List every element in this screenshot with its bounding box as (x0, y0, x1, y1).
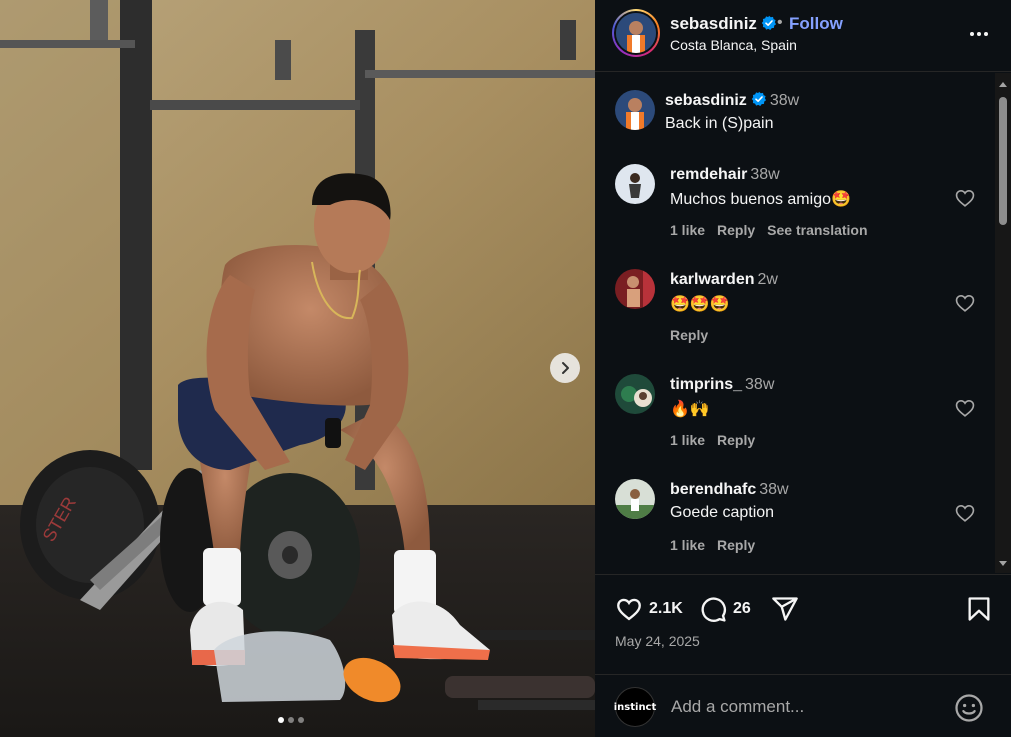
comment-text: 🤩🤩🤩 (670, 296, 730, 313)
avatar-photo (616, 13, 656, 53)
reply-button[interactable]: Reply (717, 432, 755, 448)
scrollbar-thumb[interactable] (999, 97, 1007, 225)
comment-username[interactable]: berendhafc 38w (670, 481, 789, 499)
next-photo-button[interactable] (550, 353, 580, 383)
carousel-dot (278, 717, 284, 723)
comment-avatar[interactable] (615, 164, 655, 204)
post-media[interactable]: STER (0, 0, 595, 737)
post-actions: 2.1K 26 May 24, 2025 (595, 574, 1011, 674)
comment-username[interactable]: remdehair 38w (670, 166, 780, 184)
comment-meta: 1 like Reply (670, 537, 755, 553)
share-icon (772, 597, 798, 621)
emoji-icon[interactable] (954, 693, 984, 723)
comment-username[interactable]: timprins_ 38w (670, 376, 774, 394)
see-translation-button[interactable]: See translation (767, 222, 867, 238)
reply-button[interactable]: Reply (717, 537, 755, 553)
author-username-text[interactable]: sebasdiniz (670, 14, 757, 33)
comment-button[interactable]: 26 (699, 595, 751, 623)
comment-meta: 1 like Reply (670, 432, 755, 448)
heart-icon[interactable] (954, 397, 976, 419)
header-separator: • (777, 14, 783, 31)
author-username[interactable]: sebasdiniz (670, 14, 777, 34)
comment-avatar[interactable] (615, 479, 655, 519)
comment-text: Muchos buenos amigo🤩 (670, 191, 851, 208)
verified-icon (751, 91, 766, 106)
post-photo: STER (0, 0, 595, 737)
heart-icon[interactable] (954, 292, 976, 314)
caption-text: Back in (S)pain (665, 115, 774, 132)
comment-text: Goede caption (670, 504, 775, 521)
comment-likes[interactable]: 1 like (670, 432, 705, 448)
comment-username[interactable]: karlwarden 2w (670, 271, 778, 289)
author-avatar[interactable] (612, 9, 660, 57)
post-header: sebasdiniz • Follow Costa Blanca, Spain (595, 0, 1011, 72)
comment-likes[interactable]: 1 like (670, 537, 705, 553)
carousel-dot (288, 717, 294, 723)
save-icon (968, 597, 990, 621)
comments-scrollbar[interactable] (995, 73, 1011, 573)
caption-username[interactable]: sebasdiniz 38w (665, 91, 799, 110)
chevron-right-icon (562, 362, 569, 374)
more-icon (970, 32, 974, 36)
comment-text: 🔥🙌 (670, 401, 710, 418)
scroll-down-arrow-icon[interactable] (998, 559, 1008, 569)
heart-icon[interactable] (954, 502, 976, 524)
comment-icon (701, 597, 726, 622)
caption-time: 38w (769, 92, 800, 109)
caption-avatar[interactable] (615, 90, 655, 130)
comment-meta: 1 like Reply See translation (670, 222, 868, 238)
comment-avatar[interactable] (615, 374, 655, 414)
verified-icon (761, 15, 776, 30)
post-date[interactable]: May 24, 2025 (615, 633, 700, 649)
post-location[interactable]: Costa Blanca, Spain (670, 37, 797, 53)
share-button[interactable] (771, 595, 799, 623)
comment-likes[interactable]: 1 like (670, 222, 705, 238)
heart-icon[interactable] (954, 187, 976, 209)
heart-icon (617, 598, 641, 621)
comments-list[interactable]: sebasdiniz 38w Back in (S)pain remdehair 3… (595, 73, 995, 573)
comment-count: 26 (733, 600, 751, 617)
comment-avatar[interactable] (615, 269, 655, 309)
reply-button[interactable]: Reply (670, 327, 708, 343)
scroll-up-arrow-icon[interactable] (998, 79, 1008, 89)
comment-meta: Reply (670, 327, 708, 343)
carousel-dots (278, 717, 304, 723)
comment-input[interactable] (671, 695, 931, 719)
comment-composer: instinct (595, 674, 1011, 737)
current-user-avatar[interactable]: instinct (614, 687, 656, 727)
carousel-dot (298, 717, 304, 723)
post-side-panel: sebasdiniz • Follow Costa Blanca, Spain … (595, 0, 1011, 737)
follow-button[interactable]: Follow (789, 14, 843, 34)
like-button[interactable]: 2.1K (615, 595, 683, 623)
like-count[interactable]: 2.1K (649, 600, 683, 618)
save-button[interactable] (965, 595, 993, 623)
more-options-button[interactable] (967, 22, 991, 46)
reply-button[interactable]: Reply (717, 222, 755, 238)
